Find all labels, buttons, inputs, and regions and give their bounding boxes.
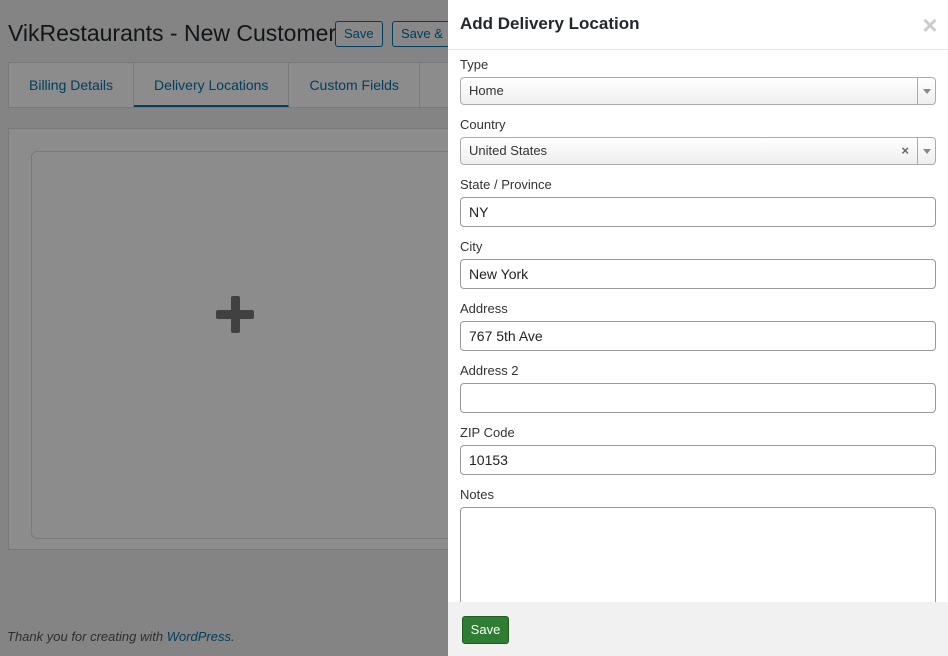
- city-label: City: [460, 239, 483, 254]
- type-label: Type: [460, 57, 489, 72]
- address2-label: Address 2: [460, 363, 519, 378]
- state-input[interactable]: NY: [460, 197, 936, 227]
- zip-label: ZIP Code: [460, 425, 515, 440]
- add-delivery-location-panel: Add Delivery Location × Type Home Countr…: [448, 0, 948, 656]
- address-label: Address: [460, 301, 508, 316]
- country-select[interactable]: United States ×: [460, 137, 936, 165]
- state-label: State / Province: [460, 177, 552, 192]
- chevron-down-icon[interactable]: [917, 138, 935, 164]
- city-input[interactable]: New York: [460, 259, 936, 289]
- country-select-value: United States: [469, 143, 548, 158]
- clear-icon[interactable]: ×: [901, 138, 909, 164]
- close-icon[interactable]: ×: [918, 12, 942, 38]
- notes-textarea[interactable]: [460, 507, 936, 602]
- save-button[interactable]: Save: [462, 616, 509, 644]
- notes-label: Notes: [460, 487, 494, 502]
- panel-header: Add Delivery Location ×: [448, 0, 948, 50]
- type-select[interactable]: Home: [460, 77, 936, 105]
- panel-title: Add Delivery Location: [460, 14, 640, 33]
- panel-body: Type Home Country United States × State …: [460, 50, 936, 602]
- address2-input[interactable]: [460, 383, 936, 413]
- country-label: Country: [460, 117, 506, 132]
- zip-input[interactable]: 10153: [460, 445, 936, 475]
- panel-footer: Save: [448, 602, 948, 656]
- address-input[interactable]: 767 5th Ave: [460, 321, 936, 351]
- chevron-down-icon[interactable]: [917, 78, 935, 104]
- type-select-value: Home: [469, 83, 504, 98]
